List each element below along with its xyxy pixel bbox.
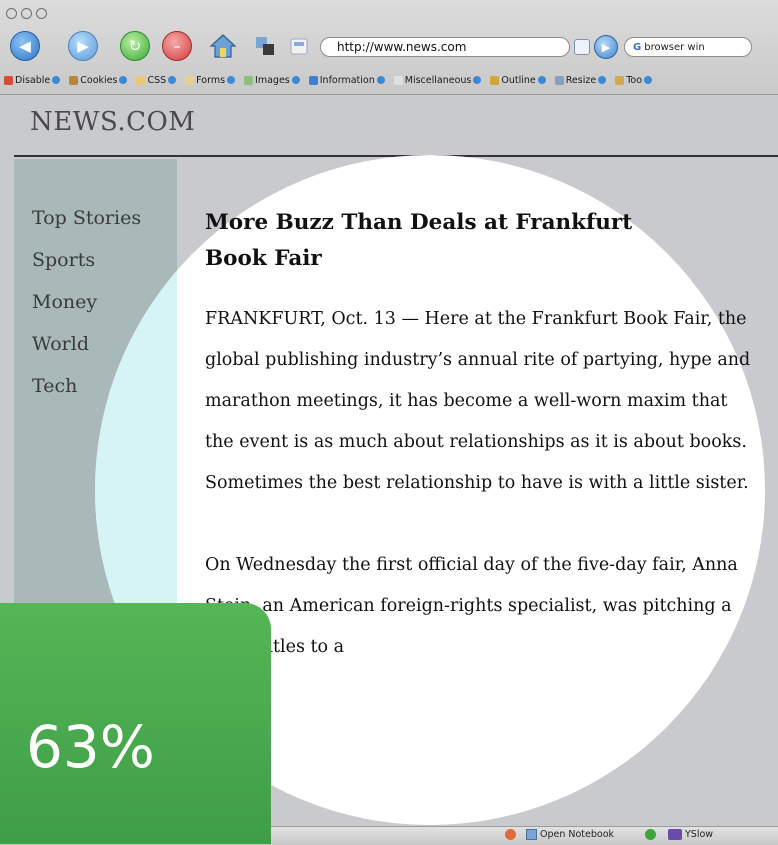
yslow-label: YSlow	[685, 829, 714, 840]
dropdown-indicator-icon	[473, 76, 482, 84]
dev-toolbar-disable[interactable]: Disable	[4, 74, 61, 86]
search-engine-icon: G	[633, 41, 642, 53]
dev-toolbar-label: Resize	[565, 74, 597, 86]
yslow-icon	[668, 829, 682, 840]
reload-button[interactable]: ↻	[120, 31, 150, 61]
article-paragraph: On Wednesday the first official day of t…	[205, 555, 738, 657]
site-title[interactable]: NEWS.COM	[30, 107, 195, 137]
dev-toolbar-cookies[interactable]: Cookies	[69, 74, 128, 86]
tools-icon	[615, 75, 625, 85]
article: More Buzz Than Deals at Frankfurt Book F…	[205, 205, 765, 668]
dropdown-indicator-icon	[227, 76, 236, 84]
dev-toolbar-label: Information	[319, 74, 375, 86]
stop-button[interactable]: –	[162, 31, 192, 61]
status-warning-icon[interactable]	[505, 829, 516, 840]
title-bar	[0, 0, 778, 26]
navigation-toolbar: ◀ ▶ ↻ – http://www.news.com ▶ G browser …	[0, 26, 778, 68]
close-window-button[interactable]	[6, 8, 17, 19]
go-button[interactable]: ▶	[594, 35, 618, 59]
dev-toolbar-label: CSS	[147, 74, 167, 86]
dropdown-indicator-icon	[52, 76, 61, 84]
open-notebook-label: Open Notebook	[540, 829, 615, 840]
window-icon	[256, 37, 274, 55]
home-button[interactable]	[208, 31, 238, 61]
css-icon	[136, 75, 146, 85]
miscellaneous-icon	[393, 75, 403, 85]
disable-icon	[4, 75, 13, 85]
nav-link-money[interactable]: Money	[32, 291, 97, 313]
dev-toolbar-label: Cookies	[80, 74, 118, 86]
percentage-badge: 63%	[0, 603, 271, 844]
forward-arrow-icon: ▶	[77, 37, 89, 55]
cookie-icon	[69, 75, 79, 85]
dev-toolbar-label: Forms	[196, 74, 226, 86]
rss-icon[interactable]	[574, 39, 590, 55]
back-arrow-icon: ◀	[19, 37, 31, 55]
url-text: http://www.news.com	[337, 40, 467, 54]
forms-icon	[185, 75, 195, 85]
dev-toolbar-resize[interactable]: Resize	[554, 74, 607, 86]
dropdown-indicator-icon	[168, 76, 177, 84]
dev-toolbar-label: Outline	[501, 74, 536, 86]
dev-toolbar-too[interactable]: Too	[615, 74, 653, 86]
outline-icon	[490, 75, 500, 85]
dropdown-indicator-icon	[598, 76, 607, 84]
dev-toolbar-outline[interactable]: Outline	[490, 74, 546, 86]
dev-toolbar-label: Too	[626, 74, 643, 86]
tag-icon	[290, 38, 308, 55]
url-field[interactable]: http://www.news.com	[320, 37, 570, 57]
resize-icon	[554, 75, 564, 85]
dev-toolbar-forms[interactable]: Forms	[185, 74, 236, 86]
open-notebook-button[interactable]: Open Notebook	[526, 829, 614, 840]
back-button[interactable]: ◀	[10, 31, 40, 61]
dev-toolbar-information[interactable]: Information	[308, 74, 385, 86]
nav-link-tech[interactable]: Tech	[32, 375, 77, 397]
tag-button[interactable]	[284, 31, 314, 61]
nav-link-world[interactable]: World	[32, 333, 89, 355]
dev-toolbar-css[interactable]: CSS	[136, 74, 177, 86]
site-header: NEWS.COM	[14, 95, 778, 157]
dev-toolbar-label: Images	[255, 74, 290, 86]
go-arrow-icon: ▶	[601, 40, 611, 54]
dev-toolbar-images[interactable]: Images	[244, 75, 300, 86]
article-headline[interactable]: More Buzz Than Deals at Frankfurt Book F…	[205, 205, 685, 277]
notebook-icon	[526, 829, 537, 840]
dev-toolbar-label: Disable	[15, 74, 51, 86]
dropdown-indicator-icon	[291, 76, 300, 84]
dropdown-indicator-icon	[644, 76, 653, 84]
dropdown-indicator-icon	[376, 76, 385, 84]
home-icon	[209, 34, 237, 58]
dev-toolbar-miscellaneous[interactable]: Miscellaneous	[393, 74, 482, 86]
yslow-button[interactable]: YSlow	[668, 829, 713, 840]
dev-toolbar-label: Miscellaneous	[404, 74, 472, 86]
dropdown-indicator-icon	[537, 76, 546, 84]
information-icon	[308, 75, 318, 85]
stop-icon: –	[173, 37, 181, 55]
dropdown-indicator-icon	[119, 76, 128, 84]
search-field[interactable]: G browser win	[624, 37, 752, 57]
percentage-value: 63%	[26, 713, 155, 781]
images-icon	[244, 75, 254, 85]
browser-chrome: ◀ ▶ ↻ – http://www.news.com ▶ G browser …	[0, 0, 778, 95]
zoom-window-button[interactable]	[36, 8, 47, 19]
status-ok-icon[interactable]	[645, 829, 656, 840]
minimize-window-button[interactable]	[21, 8, 32, 19]
article-paragraph: FRANKFURT, Oct. 13 — Here at the Frankfu…	[205, 309, 751, 493]
search-query: browser win	[644, 41, 705, 53]
bookmark-button[interactable]	[250, 31, 280, 61]
nav-link-sports[interactable]: Sports	[32, 249, 95, 271]
forward-button[interactable]: ▶	[68, 31, 98, 61]
developer-toolbar: Disable Cookies CSS Forms Images Information M…	[0, 68, 778, 92]
reload-icon: ↻	[128, 37, 142, 55]
